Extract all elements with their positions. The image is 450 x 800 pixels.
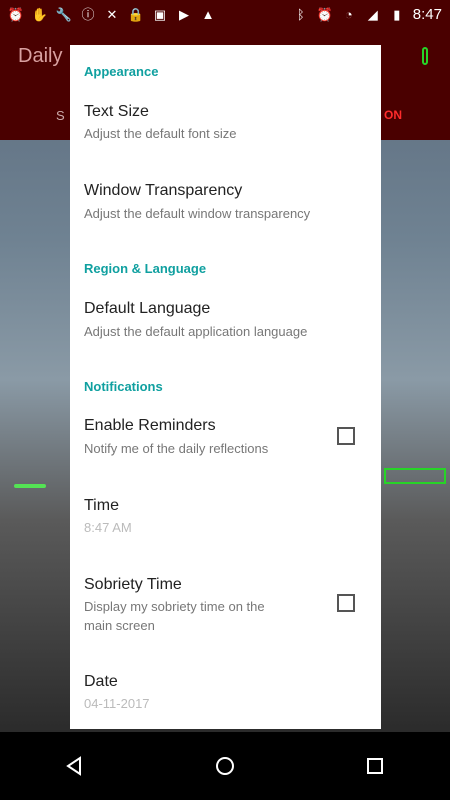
alarm-icon: ⏰ <box>316 6 333 22</box>
battery-icon: ▮ <box>393 6 401 22</box>
photo-icon: ▣ <box>153 6 167 22</box>
status-left: ⏰ ✋ 🔧 ⓘ ✕ 🔒 ▣ ▶ ▲ <box>8 6 216 22</box>
alarm-icon: ⏰ <box>7 6 25 22</box>
right-drawer-handle[interactable] <box>384 468 446 484</box>
default-language-subtitle: Adjust the default application language <box>84 324 308 339</box>
cellular-icon: ◢ <box>367 6 378 22</box>
default-language-title[interactable]: Default Language <box>84 300 210 318</box>
wrench-icon: 🔧 <box>55 6 73 22</box>
sobriety-time-subtitle-line2: main screen <box>84 618 155 633</box>
notifications-header: Notifications <box>84 379 163 394</box>
app-title[interactable]: Daily <box>18 45 62 68</box>
toggle-on-label[interactable]: ON <box>384 108 402 122</box>
play-icon: ▶ <box>179 6 189 22</box>
date-title[interactable]: Date <box>84 673 118 691</box>
background-side-label: S <box>56 108 65 123</box>
settings-panel[interactable]: Appearance Text Size Adjust the default … <box>70 45 381 729</box>
left-drawer-handle[interactable] <box>14 484 46 488</box>
recents-button[interactable] <box>363 754 387 778</box>
navigation-bar <box>0 732 450 800</box>
appearance-header: Appearance <box>84 64 159 79</box>
hand-icon: ✋ <box>31 6 49 22</box>
top-right-handle[interactable] <box>422 47 428 65</box>
text-size-title[interactable]: Text Size <box>84 103 149 121</box>
region-language-header: Region & Language <box>84 261 207 276</box>
sobriety-time-title[interactable]: Sobriety Time <box>84 576 182 594</box>
lock-icon: 🔒 <box>127 6 145 22</box>
sobriety-time-subtitle-line1: Display my sobriety time on the <box>84 599 265 614</box>
window-transparency-title[interactable]: Window Transparency <box>84 182 242 200</box>
enable-reminders-title[interactable]: Enable Reminders <box>84 417 216 435</box>
date-value: 04-11-2017 <box>84 696 150 711</box>
status-right: ᛒ ⏰ ◔ ◢ ▮ 8:47 <box>293 6 442 23</box>
sobriety-time-checkbox[interactable] <box>337 594 355 612</box>
time-value: 8:47 AM <box>84 520 132 535</box>
enable-reminders-checkbox[interactable] <box>337 427 355 445</box>
android-icon: ▲ <box>201 6 215 22</box>
time-title[interactable]: Time <box>84 497 119 515</box>
bluetooth-icon: ᛒ <box>296 6 305 22</box>
enable-reminders-subtitle: Notify me of the daily reflections <box>84 441 269 456</box>
satellite-off-icon: ✕ <box>106 6 118 22</box>
back-icon <box>66 756 81 776</box>
home-icon <box>216 757 234 775</box>
recents-icon <box>367 758 383 774</box>
window-transparency-subtitle: Adjust the default window transparency <box>84 206 311 221</box>
status-bar: ⏰ ✋ 🔧 ⓘ ✕ 🔒 ▣ ▶ ▲ ᛒ ⏰ ◔ ◢ ▮ 8:47 <box>0 0 450 28</box>
wifi-icon: ◔ <box>344 6 353 22</box>
warning-icon: ⓘ <box>81 6 95 22</box>
back-button[interactable] <box>63 754 87 778</box>
home-button[interactable] <box>213 754 237 778</box>
text-size-subtitle: Adjust the default font size <box>84 126 237 141</box>
clock-time: 8:47 <box>412 5 442 23</box>
